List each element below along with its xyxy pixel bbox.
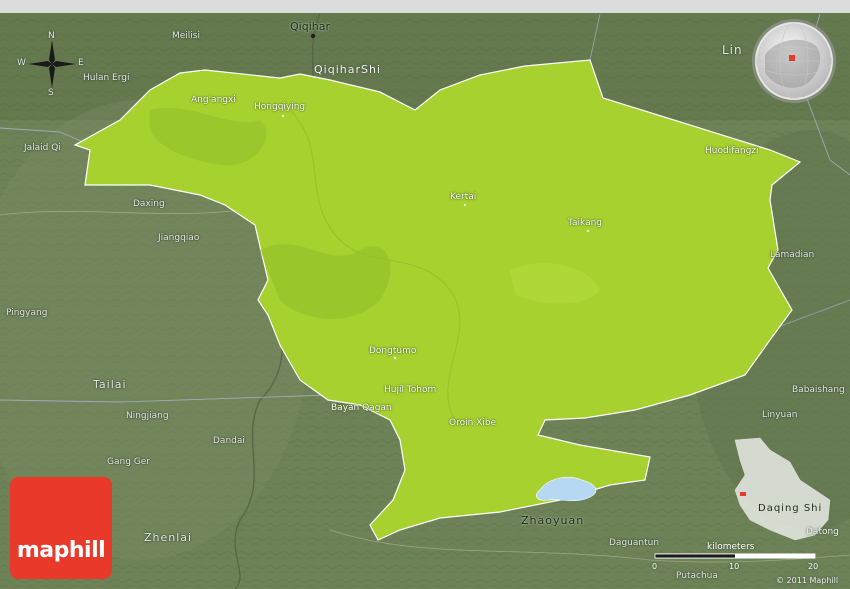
label-ningjiang: Ningjiang	[126, 411, 169, 421]
logo-text: maphill	[16, 538, 106, 563]
label-hongqiying: Hongqiying	[254, 102, 306, 112]
label-gang-ger: Gang Ger	[107, 457, 150, 467]
label-zhenlai: Zhenlai	[144, 531, 193, 544]
label-babaishang: Babaishang	[792, 385, 845, 395]
label-qiqihar-shi: QiqiharShi	[314, 63, 381, 76]
province-location-marker	[740, 492, 746, 496]
town-dot-dongtumo	[393, 356, 397, 360]
compass-n-label: N	[48, 31, 55, 41]
label-daguantun: Daguantun	[609, 538, 660, 548]
label-jianggiao: Jiangqiao	[158, 233, 200, 243]
label-lamadian: Lamadian	[770, 250, 815, 260]
label-hulan-ergi: Hulan Ergi	[83, 73, 130, 83]
label-tailai: Tailai	[93, 378, 127, 391]
label-daqing-shi: Daqing Shi	[758, 503, 823, 514]
town-dot-kertai	[463, 203, 467, 207]
scale-title: kilometers	[707, 542, 755, 552]
map-canvas[interactable]	[0, 0, 850, 589]
top-strip	[0, 0, 850, 13]
maphill-logo[interactable]: maphill	[10, 477, 112, 579]
label-datong: Datong	[806, 527, 839, 537]
label-huodifangzi: Huodifangzi	[705, 146, 759, 156]
label-bayan-qagan: Bayan Qagan	[331, 403, 392, 413]
label-dongtumo: Dongtumo	[369, 346, 417, 356]
city-dot-qiqihar	[310, 33, 316, 39]
scale-tick-0: 0	[652, 562, 658, 571]
label-pingyang: Pingyang	[6, 308, 48, 318]
globe-location-marker	[789, 55, 795, 61]
label-jalaid-qi: Jalaid Qi	[24, 143, 61, 153]
compass-s-label: S	[48, 88, 54, 98]
label-kertai: Kertai	[450, 192, 477, 202]
label-daxing: Daxing	[133, 199, 165, 209]
scale-tick-20: 20	[808, 562, 819, 571]
label-taikang: Taikang	[568, 218, 603, 228]
label-meilisi: Meilisi	[172, 31, 200, 41]
label-dandai: Dandai	[213, 436, 245, 446]
label-putachua: Putachua	[676, 571, 718, 581]
label-lin: Lin	[722, 43, 743, 57]
locator-globe	[752, 19, 836, 103]
label-qiqihar: Qiqihar	[290, 20, 330, 33]
label-oroin-xibe: Oroin Xibe	[449, 418, 497, 428]
town-dot-taikang	[586, 229, 590, 233]
label-hujil-tohom: Hujil Tohom	[384, 385, 437, 395]
copyright-notice: © 2011 Maphill	[776, 576, 839, 585]
label-angangxi: Ang'angxi	[191, 95, 236, 105]
town-dot-hongqiying	[281, 114, 285, 118]
compass-w-label: W	[17, 58, 26, 68]
compass-e-label: E	[78, 58, 84, 68]
scale-tick-10: 10	[729, 562, 740, 571]
label-zhaoyuan: Zhaoyuan	[521, 514, 585, 527]
scale-bar	[654, 553, 816, 559]
label-linyuan: Linyuan	[762, 410, 798, 420]
